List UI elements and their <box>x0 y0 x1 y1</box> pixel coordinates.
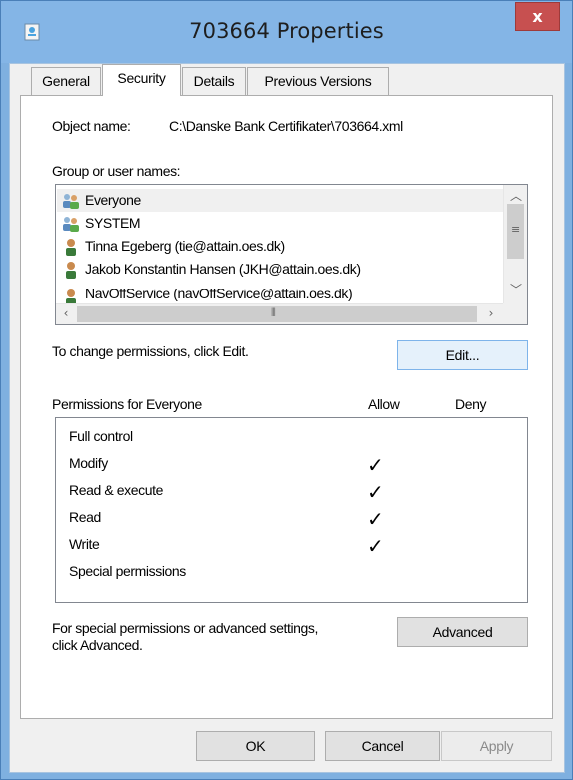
apply-button[interactable]: Apply <box>441 731 552 761</box>
horizontal-scroll-thumb[interactable]: ⦀ <box>77 306 477 322</box>
permission-read-execute: Read & execute <box>69 482 164 498</box>
tab-details[interactable]: Details <box>182 67 246 95</box>
ok-button[interactable]: OK <box>196 731 315 761</box>
close-button[interactable]: x <box>515 2 560 31</box>
group-icon <box>63 194 79 209</box>
list-item-label: Everyone <box>85 192 141 208</box>
user-icon <box>66 239 76 256</box>
tab-general[interactable]: General <box>31 67 101 95</box>
allow-check-icon: ✓ <box>367 534 384 558</box>
change-permissions-text: To change permissions, click Edit. <box>52 343 249 359</box>
list-item-tinna-egeberg[interactable]: Tinna Egeberg (tie@attain.oes.dk) <box>57 235 504 258</box>
advanced-text-line1: For special permissions or advanced sett… <box>52 620 319 636</box>
permission-write: Write <box>69 536 100 552</box>
group-user-listbox[interactable]: Everyone SYSTEM Tinna Egeberg (tie@attai… <box>55 184 528 325</box>
object-name-value: C:\Danske Bank Certifikater\703664.xml <box>169 118 403 134</box>
title-bar[interactable]: 703664 Properties x <box>1 1 572 63</box>
list-item-label: SYSTEM <box>85 215 141 231</box>
tab-security[interactable]: Security <box>102 64 181 96</box>
deny-column-header: Deny <box>455 396 487 412</box>
scroll-left-icon[interactable]: ‹ <box>60 306 72 320</box>
list-item-jakob-hansen[interactable]: Jakob Konstantin Hansen (JKH@attain.oes.… <box>57 258 504 281</box>
allow-column-header: Allow <box>368 396 400 412</box>
permission-full-control: Full control <box>69 428 133 444</box>
user-icon <box>66 289 76 303</box>
edit-button[interactable]: Edit... <box>397 340 528 370</box>
permission-special: Special permissions <box>69 563 186 579</box>
object-name-label: Object name: <box>52 118 131 134</box>
list-item-label: Tinna Egeberg (tie@attain.oes.dk) <box>85 238 285 254</box>
list-item-label: NavOffService (navOffService@attain.oes.… <box>85 289 353 301</box>
permissions-list: Full control Modify ✓ Read & execute ✓ R… <box>55 417 528 603</box>
user-icon <box>66 262 76 279</box>
tab-previous-versions[interactable]: Previous Versions <box>247 67 389 95</box>
list-item-label: Jakob Konstantin Hansen (JKH@attain.oes.… <box>85 261 361 277</box>
allow-check-icon: ✓ <box>367 453 384 477</box>
list-item-system[interactable]: SYSTEM <box>57 212 504 235</box>
scroll-up-icon[interactable]: ︿ <box>509 187 523 204</box>
cancel-button[interactable]: Cancel <box>325 731 440 761</box>
permissions-title: Permissions for Everyone <box>52 396 202 412</box>
window-title: 703664 Properties <box>189 19 384 43</box>
allow-check-icon: ✓ <box>367 480 384 504</box>
grip-icon: ⦀ <box>271 306 276 319</box>
list-item-navoffservice[interactable]: NavOffService (navOffService@attain.oes.… <box>57 289 504 303</box>
horizontal-scrollbar[interactable]: ‹ ⦀ › <box>56 303 503 324</box>
vertical-scroll-thumb[interactable]: ≡ <box>507 204 524 259</box>
vertical-scrollbar[interactable]: ︿ ≡ ﹀ <box>503 185 527 303</box>
group-icon <box>63 217 79 232</box>
scroll-right-icon[interactable]: › <box>485 306 497 320</box>
list-item-everyone[interactable]: Everyone <box>57 189 504 212</box>
scroll-down-icon[interactable]: ﹀ <box>509 281 523 298</box>
advanced-text-line2: click Advanced. <box>52 637 143 653</box>
scrollbar-corner <box>503 303 527 324</box>
permission-modify: Modify <box>69 455 108 471</box>
allow-check-icon: ✓ <box>367 507 384 531</box>
permission-read: Read <box>69 509 101 525</box>
group-names-label: Group or user names: <box>52 163 181 179</box>
close-icon: x <box>532 7 543 26</box>
advanced-button[interactable]: Advanced <box>397 617 528 647</box>
grip-icon: ≡ <box>511 223 521 236</box>
